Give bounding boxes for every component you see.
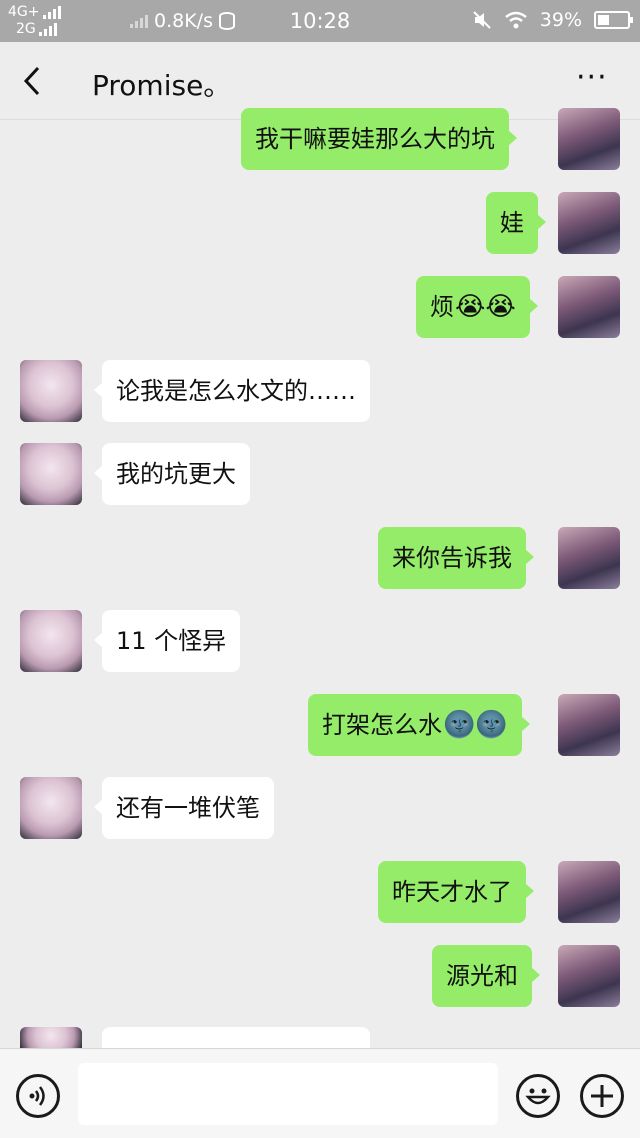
message-bubble: 我的坑更大 (94, 443, 250, 505)
message-text: 昨天才水了 (392, 878, 512, 906)
voice-button[interactable] (16, 1074, 60, 1118)
plus-icon (591, 1085, 613, 1107)
chat-title: Promise。 (92, 69, 232, 102)
message-text: 打架怎么水 (322, 711, 442, 739)
self-avatar[interactable] (558, 527, 620, 589)
message-bubble-partial (94, 1027, 370, 1065)
battery-percent: 39% (539, 9, 582, 31)
message-text: 论我是怎么水文的…… (116, 377, 356, 405)
message-bubble: 源光和 (432, 945, 540, 1007)
message-text: 来你告诉我 (392, 544, 512, 572)
message-bubble: 来你告诉我 (378, 527, 534, 589)
battery-icon (594, 11, 633, 29)
message-bubble: 昨天才水了 (378, 861, 534, 923)
contact-avatar[interactable] (20, 610, 82, 672)
message-text: 11 个怪异 (116, 627, 227, 655)
message-text: 源光和 (446, 962, 518, 990)
wifi-icon (504, 11, 527, 29)
crying-face-icon: 😭😭 (455, 292, 516, 322)
more-dots-icon: ··· (576, 60, 608, 95)
message-text: 我干嘛要娃那么大的坑 (255, 125, 495, 153)
contact-avatar[interactable] (20, 1027, 82, 1048)
self-avatar[interactable] (558, 945, 620, 1007)
emoji-button[interactable] (516, 1074, 560, 1118)
more-button[interactable]: ··· (576, 63, 612, 94)
message-bubble: 11 个怪异 (93, 610, 241, 672)
input-bar (0, 1048, 640, 1138)
status-bar: 4G+ 2G 0.8K/s 10:28 39% (0, 0, 640, 42)
message-text: 娃 (500, 209, 524, 237)
self-avatar[interactable] (558, 861, 620, 923)
message-bubble: 论我是怎么水文的…… (94, 360, 370, 422)
message-text: 烦 (430, 293, 454, 321)
chevron-left-icon (23, 66, 40, 96)
message-bubble: 打架怎么水🌚🌚 (308, 694, 530, 756)
status-right: 39% (472, 9, 633, 31)
self-avatar[interactable] (558, 276, 620, 338)
self-avatar[interactable] (558, 694, 620, 756)
message-bubble: 我干嘛要娃那么大的坑 (241, 108, 517, 170)
message-bubble: 烦😭😭 (416, 276, 538, 338)
more-functions-button[interactable] (580, 1074, 624, 1118)
contact-avatar[interactable] (20, 777, 82, 839)
new-moon-face-icon: 🌚🌚 (443, 710, 508, 740)
smiley-icon (525, 1088, 551, 1105)
mute-icon (473, 11, 491, 29)
message-input[interactable] (78, 1063, 498, 1125)
message-text: 我的坑更大 (116, 460, 236, 488)
voice-icon (29, 1086, 45, 1106)
self-avatar[interactable] (558, 192, 620, 254)
contact-avatar[interactable] (20, 443, 82, 505)
message-text: 还有一堆伏笔 (116, 794, 260, 822)
message-bubble: 还有一堆伏笔 (94, 777, 274, 839)
message-bubble: 娃 (486, 192, 546, 254)
contact-avatar[interactable] (20, 360, 82, 422)
self-avatar[interactable] (558, 108, 620, 170)
back-button[interactable] (20, 64, 50, 98)
